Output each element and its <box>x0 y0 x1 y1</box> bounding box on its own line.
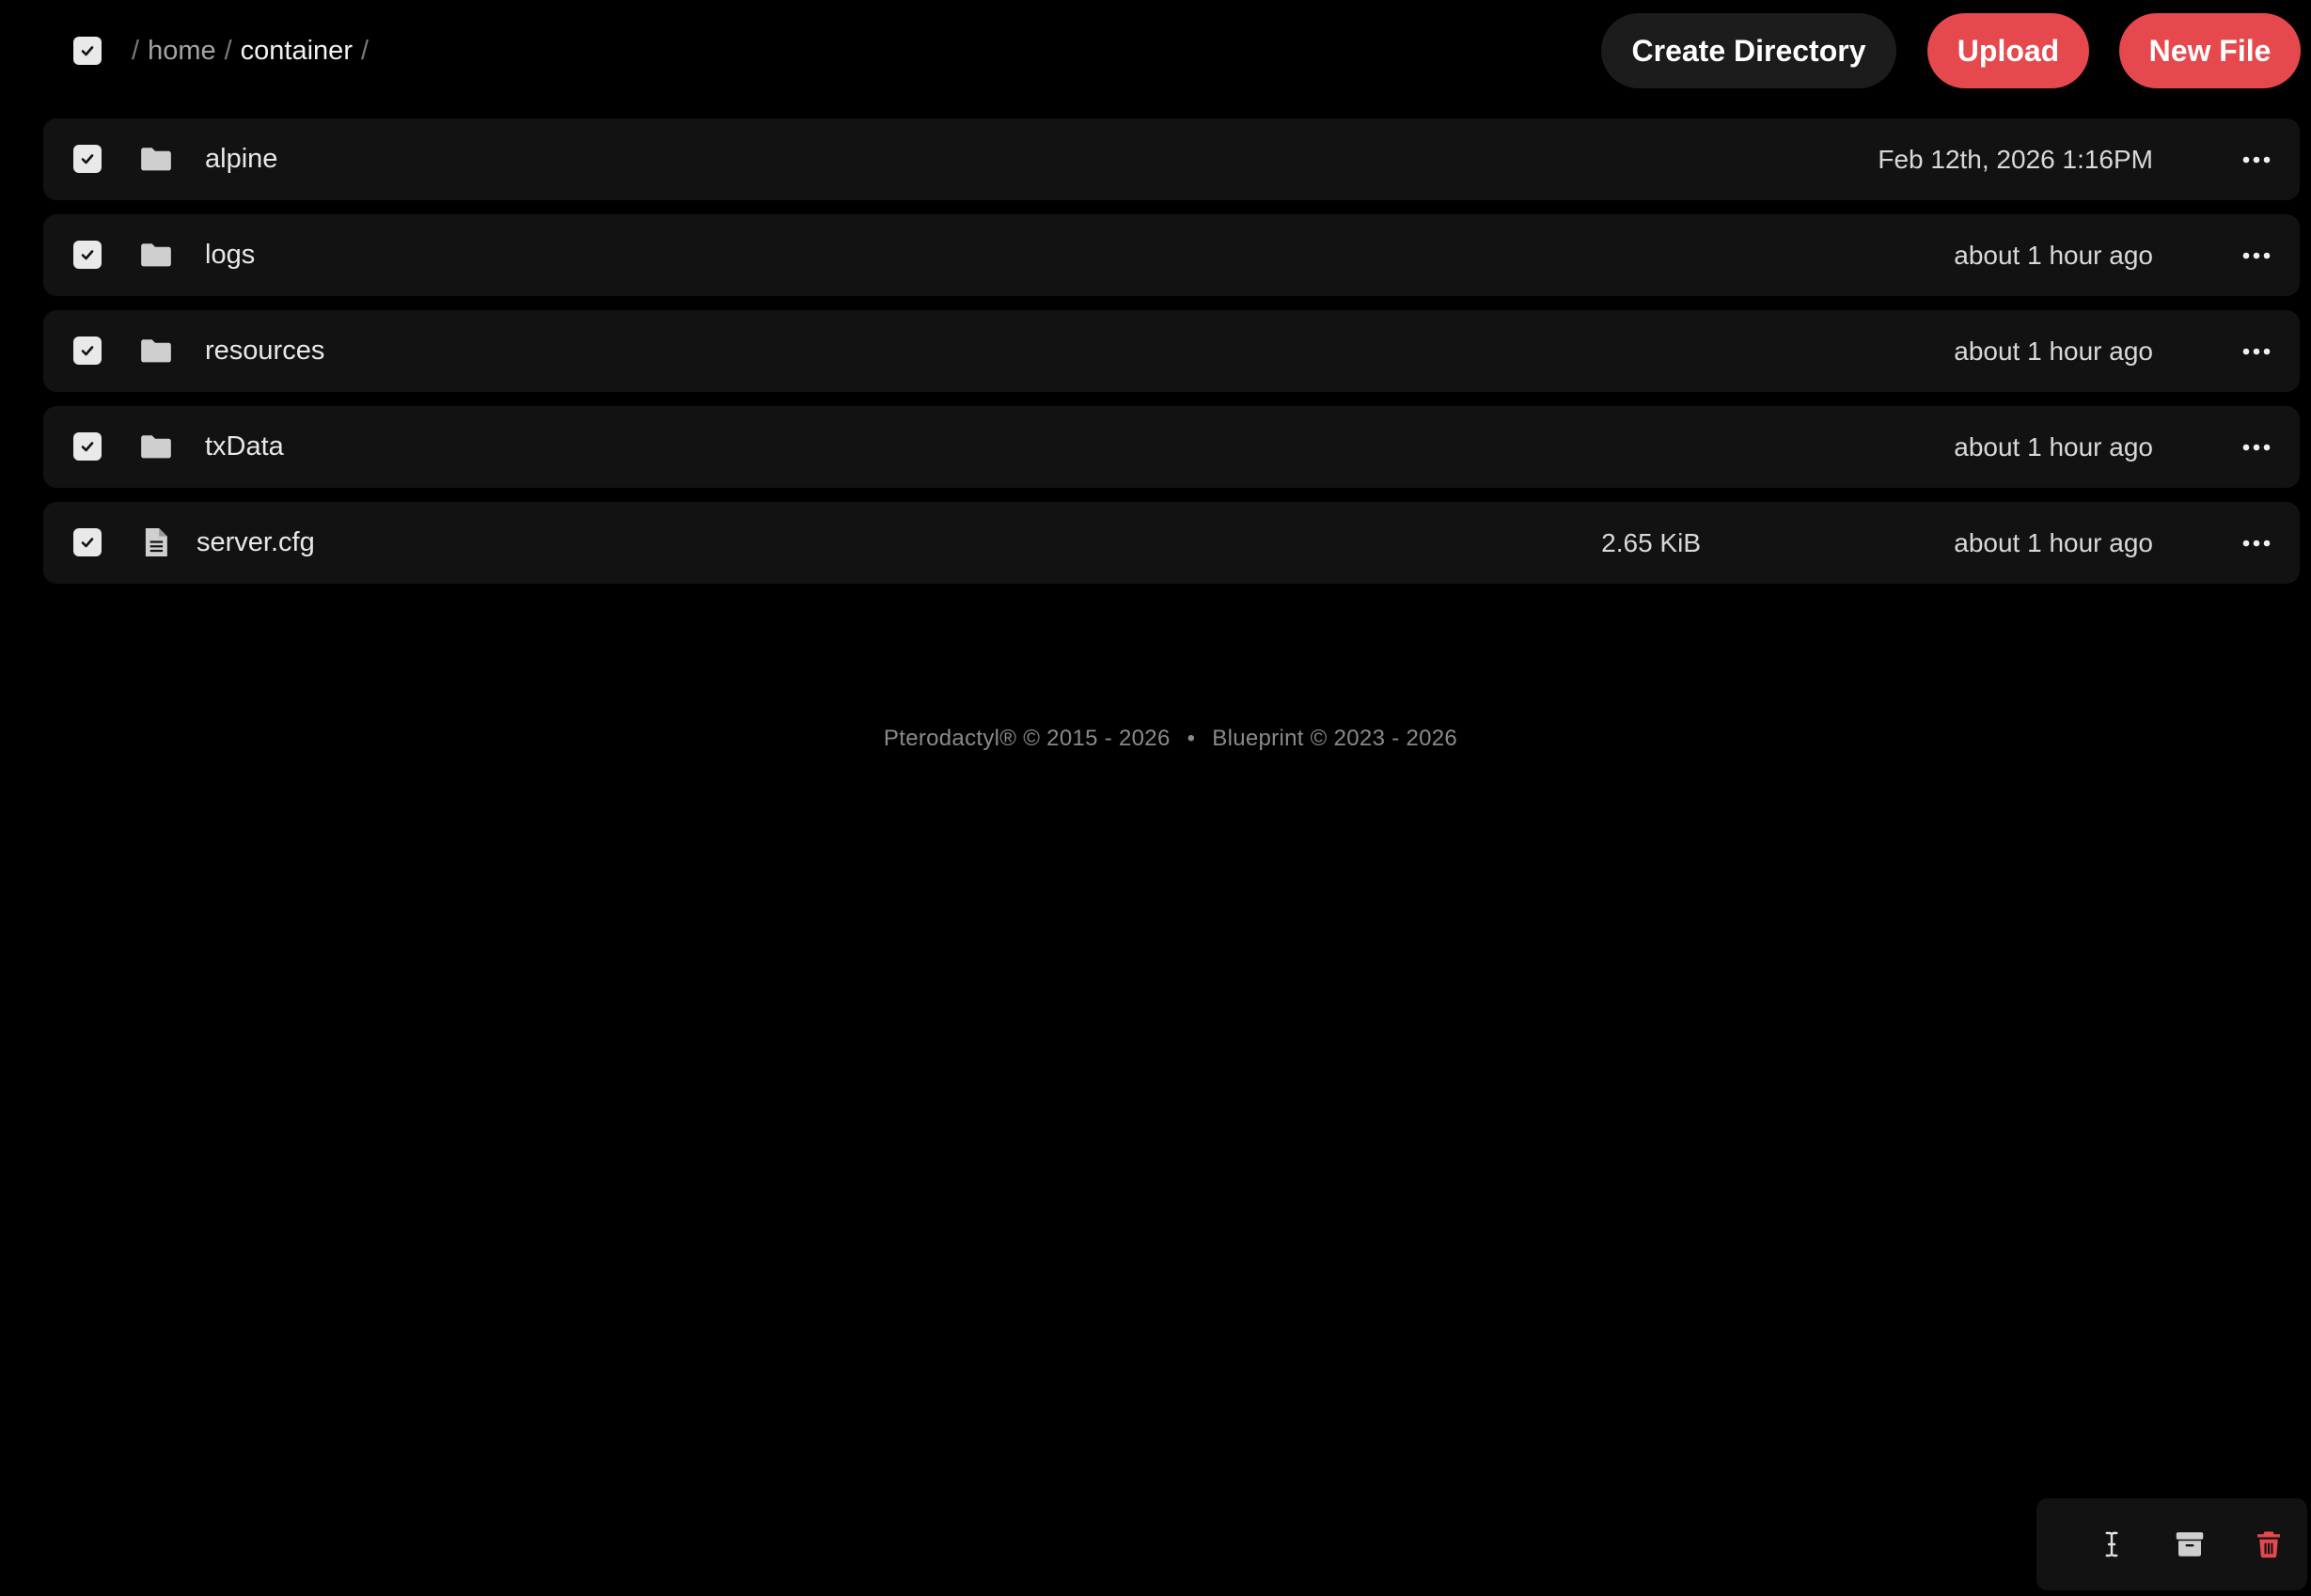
row-menu-button[interactable] <box>2236 523 2277 564</box>
rename-button[interactable] <box>2093 1526 2130 1563</box>
breadcrumb-home-link[interactable]: home <box>148 36 216 67</box>
file-name[interactable]: server.cfg <box>197 502 315 584</box>
text-cursor-icon <box>2105 1531 2118 1557</box>
footer-separator: • <box>1187 726 1196 751</box>
check-icon <box>81 442 94 452</box>
file-modified-date: about 1 hour ago <box>1954 432 2153 462</box>
file-toolbar: / home / container / Create Directory Up… <box>0 0 2311 103</box>
row-menu-button[interactable] <box>2236 331 2277 372</box>
file-row[interactable]: alpine Feb 12th, 2026 1:16PM <box>43 118 2300 200</box>
footer-blueprint: Blueprint © 2023 - 2026 <box>1212 726 1458 751</box>
file-modified-date: about 1 hour ago <box>1954 528 2153 557</box>
breadcrumb-current: container <box>240 35 353 66</box>
row-checkbox[interactable] <box>73 432 102 461</box>
file-size: 2.65 KiB <box>1601 528 1701 557</box>
file-name[interactable]: resources <box>205 310 324 392</box>
folder-icon <box>137 331 175 370</box>
row-menu-button[interactable] <box>2236 139 2277 180</box>
row-checkbox[interactable] <box>73 241 102 269</box>
row-checkbox[interactable] <box>73 528 102 556</box>
more-horizontal-icon <box>2242 444 2271 451</box>
archive-button[interactable] <box>2171 1526 2209 1563</box>
folder-icon <box>137 139 175 179</box>
file-name[interactable]: logs <box>205 214 255 296</box>
breadcrumb-separator: / <box>224 35 232 66</box>
file-modified-date: Feb 12th, 2026 1:16PM <box>1878 145 2153 174</box>
file-list: alpine Feb 12th, 2026 1:16PM logs about … <box>43 118 2300 598</box>
file-modified-date: about 1 hour ago <box>1954 241 2153 270</box>
file-name[interactable]: alpine <box>205 118 277 200</box>
folder-icon <box>137 427 175 466</box>
footer-copyright: Pterodactyl® © 2015 - 2026 • Blueprint © 2… <box>0 726 2311 752</box>
check-icon <box>81 154 94 164</box>
row-checkbox[interactable] <box>73 145 102 173</box>
trash-icon <box>2257 1531 2280 1558</box>
upload-button[interactable]: Upload <box>1927 13 2089 88</box>
more-horizontal-icon <box>2242 348 2271 355</box>
select-all-checkbox[interactable] <box>73 37 102 65</box>
archive-icon <box>2176 1532 2204 1557</box>
more-horizontal-icon <box>2242 156 2271 164</box>
file-row[interactable]: logs about 1 hour ago <box>43 214 2300 296</box>
check-icon <box>81 46 94 56</box>
breadcrumb-separator: / <box>132 35 140 66</box>
file-name[interactable]: txData <box>205 406 284 488</box>
delete-button[interactable] <box>2250 1526 2287 1563</box>
row-menu-button[interactable] <box>2236 235 2277 276</box>
breadcrumb: / home / container / <box>132 28 377 73</box>
new-file-button[interactable]: New File <box>2119 13 2301 88</box>
file-modified-date: about 1 hour ago <box>1954 336 2153 366</box>
file-row[interactable]: txData about 1 hour ago <box>43 406 2300 488</box>
row-menu-button[interactable] <box>2236 427 2277 468</box>
file-manager: / home / container / Create Directory Up… <box>0 0 2311 1596</box>
footer-pterodactyl: Pterodactyl® © 2015 - 2026 <box>883 726 1171 751</box>
row-checkbox[interactable] <box>73 336 102 365</box>
more-horizontal-icon <box>2242 540 2271 547</box>
file-row[interactable]: resources about 1 hour ago <box>43 310 2300 392</box>
create-directory-button[interactable]: Create Directory <box>1601 13 1896 88</box>
file-text-icon <box>137 523 175 562</box>
more-horizontal-icon <box>2242 252 2271 259</box>
file-row[interactable]: server.cfg 2.65 KiB about 1 hour ago <box>43 502 2300 584</box>
check-icon <box>81 250 94 260</box>
mass-action-bar <box>2036 1498 2307 1590</box>
breadcrumb-separator: / <box>360 35 369 66</box>
check-icon <box>81 538 94 548</box>
check-icon <box>81 346 94 356</box>
folder-icon <box>137 235 175 274</box>
